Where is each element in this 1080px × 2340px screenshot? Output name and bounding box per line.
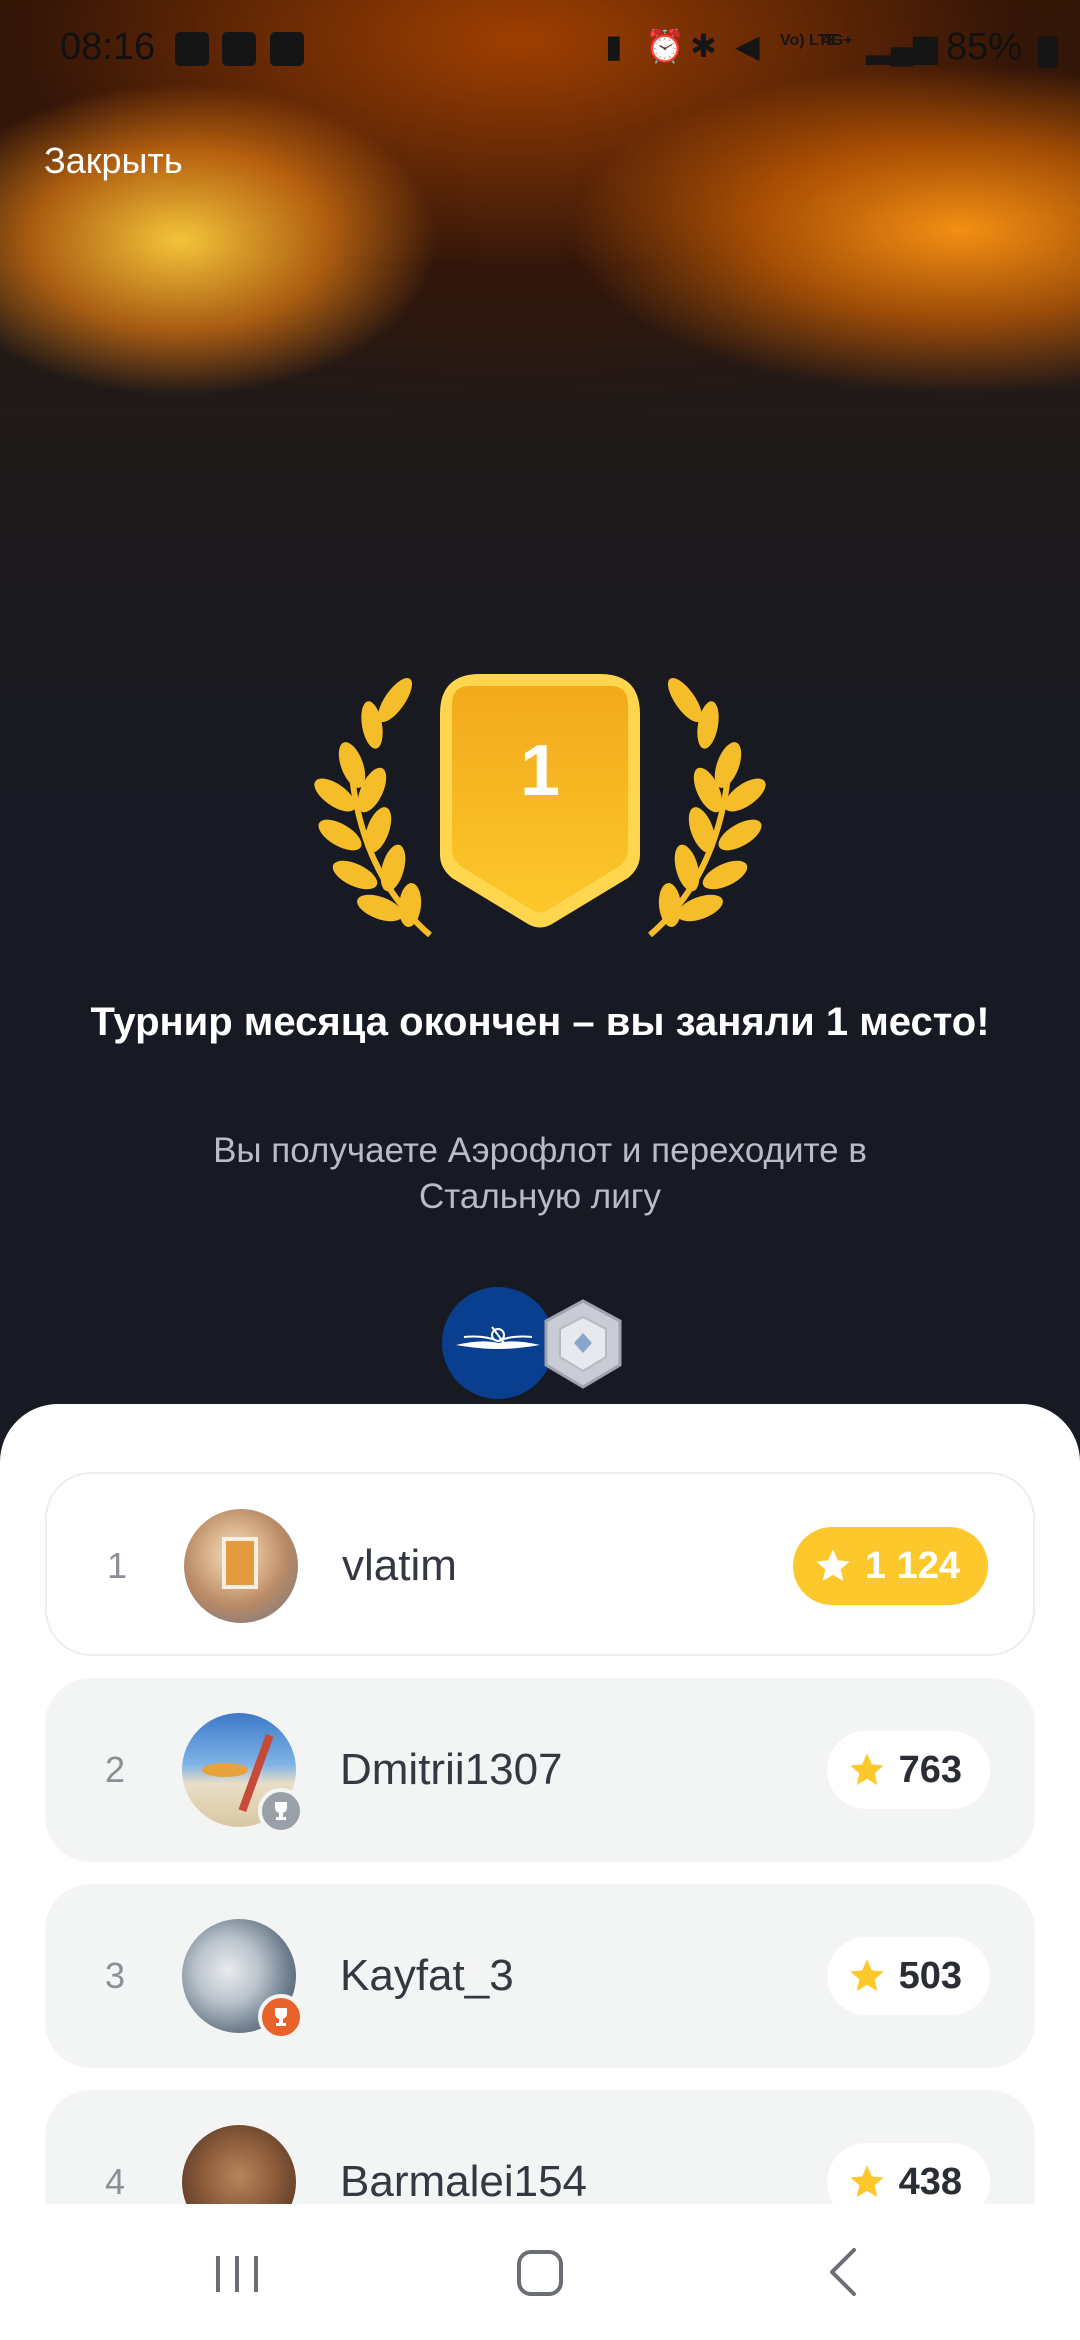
close-button[interactable]: Закрыть (44, 140, 183, 182)
checkbox-notification-icon (222, 32, 256, 66)
score-badge: 438 (826, 2143, 990, 2204)
silver-trophy-icon (258, 1788, 304, 1834)
leaderboard-row[interactable]: 2 Dmitrii1307 763 (45, 1678, 1035, 1862)
star-icon (849, 1959, 884, 1991)
leaderboard-row[interactable]: 1 vlatim 1 124 (45, 1472, 1035, 1656)
home-icon[interactable] (495, 2234, 585, 2310)
back-icon[interactable] (798, 2234, 888, 2310)
alarm-icon: ⏰ (645, 28, 685, 64)
system-nav-bar (0, 2204, 1080, 2340)
leaderboard-row[interactable]: 4 Barmalei154 438 (45, 2090, 1035, 2204)
username: Barmalei154 (340, 2157, 588, 2204)
username: Kayfat_3 (340, 1951, 514, 2000)
score-value: 503 (898, 1954, 962, 1997)
reward-icons (440, 1285, 640, 1405)
result-title: Турнир месяца окончен – вы заняли 1 мест… (90, 1000, 990, 1044)
battery-percentage: 85% (945, 26, 1022, 68)
avatar[interactable] (184, 1509, 298, 1623)
signal-icon: ▂▄▆ (866, 28, 938, 64)
rank-number: 4 (104, 2161, 126, 2202)
bluetooth-icon: ✱ (690, 28, 717, 64)
rank-number: 3 (104, 1955, 126, 1996)
recent-apps-icon[interactable] (192, 2234, 282, 2310)
username: vlatim (342, 1541, 457, 1590)
result-subtitle: Вы получаете Аэрофлот и переходите в Ста… (213, 1131, 867, 1216)
status-time: 08:16 (60, 26, 156, 68)
star-icon (849, 2165, 884, 2197)
notification-app-icon (175, 32, 209, 66)
score-badge: 1 124 (792, 1527, 988, 1605)
star-icon (816, 1549, 850, 1581)
image-notification-icon (270, 32, 304, 66)
score-value: 438 (898, 2160, 962, 2203)
score-value: 763 (898, 1748, 962, 1791)
status-bar: 08:16 ▮ ⏰ ✱ ◀ Vo) LTE 4G+ ▂▄▆ 85% (0, 0, 1080, 100)
rank-number: 1 (106, 1545, 128, 1586)
score-badge: 763 (826, 1731, 990, 1809)
battery-saver-icon: ▮ (605, 28, 623, 64)
score-value: 1 124 (864, 1544, 960, 1587)
leaderboard-row[interactable]: 3 Kayfat_3 503 (45, 1884, 1035, 2068)
leaderboard-sheet[interactable]: 1 vlatim 1 124 2 Dmitrii1307 763 3 Kayfa… (0, 1404, 1080, 2204)
bronze-trophy-icon (258, 1994, 304, 2040)
avatar[interactable] (182, 2125, 296, 2204)
network-type-icon: 4G+ (822, 32, 853, 49)
aeroflot-logo (442, 1287, 554, 1399)
mute-icon: ◀ (735, 28, 760, 64)
rank-number: 2 (104, 1749, 126, 1790)
place-number: 1 (519, 731, 561, 811)
first-place-badge: 1 (0, 640, 1080, 960)
battery-icon (1038, 36, 1058, 68)
score-badge: 503 (826, 1937, 990, 2015)
username: Dmitrii1307 (340, 1745, 563, 1794)
star-icon (849, 1753, 884, 1785)
steel-league-icon (540, 1299, 626, 1389)
